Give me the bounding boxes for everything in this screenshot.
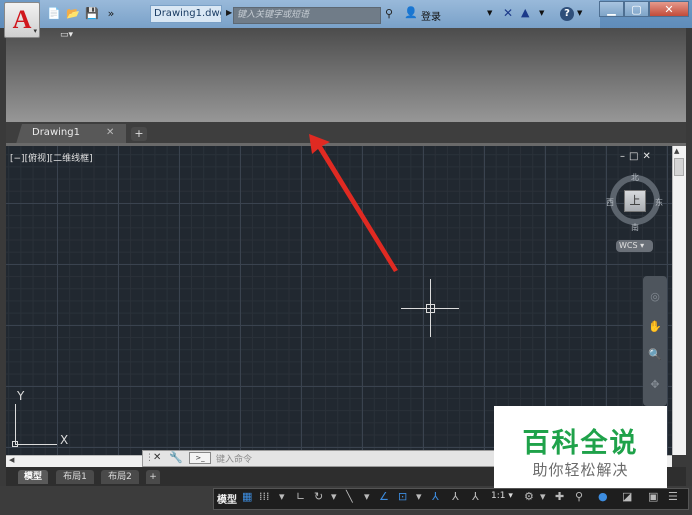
autocad-window: A ▾ 📄 📂 💾 » Drawing1.dwg ▶ 键入关键字或短语 ⚲ 👤 登… — [0, 0, 692, 515]
add-layout-button[interactable]: + — [146, 470, 160, 484]
ribbon-area — [0, 28, 692, 126]
annotation-monitor-icon[interactable]: ✚ — [555, 490, 564, 503]
compass-north[interactable]: 北 — [631, 172, 639, 183]
steering-wheel-icon[interactable]: ◎ — [647, 290, 663, 303]
tab-drawing1-label[interactable]: Drawing1 — [32, 127, 80, 138]
command-prompt-icon[interactable]: >_ — [189, 452, 211, 464]
units-icon[interactable]: ⚲ — [575, 490, 583, 503]
chevron-down-icon[interactable]: ▼ — [539, 9, 544, 17]
compass-east[interactable]: 东 — [655, 197, 663, 208]
help-icon[interactable]: ? — [560, 7, 574, 21]
zoom-icon[interactable]: 🔍 — [647, 348, 663, 361]
model-space-button[interactable]: 模型 — [217, 491, 237, 506]
chevron-down-icon[interactable]: ▼ — [487, 9, 492, 17]
tab-close-icon[interactable]: ✕ — [106, 127, 114, 138]
ucs-y-axis — [15, 404, 16, 444]
snap-icon[interactable]: ⁞⁞⁞ — [259, 490, 270, 503]
compass-west[interactable]: 西 — [606, 197, 614, 208]
ucs-origin-icon — [12, 441, 18, 447]
polar-tracking-icon[interactable]: ↻ — [314, 490, 323, 503]
a360-icon[interactable]: ▲ — [521, 6, 529, 19]
customization-menu-icon[interactable]: ☰ — [668, 490, 678, 503]
chevron-down-icon[interactable]: ▼ — [577, 9, 582, 17]
compass-south[interactable]: 南 — [631, 222, 639, 233]
isodraft-icon[interactable]: ╲ — [346, 490, 353, 503]
ortho-icon[interactable]: ∟ — [296, 490, 305, 503]
pan-hand-icon[interactable]: ✋ — [647, 320, 663, 333]
isolate-objects-icon[interactable]: ● — [598, 490, 608, 503]
chevron-down-icon[interactable]: ▾ — [279, 490, 285, 503]
new-file-icon[interactable]: 📄 — [46, 7, 62, 21]
annotation-visibility-icon[interactable]: ⅄ — [432, 490, 439, 503]
command-customize-icon[interactable]: 🔧 — [169, 451, 183, 464]
search-expand-icon[interactable]: ▶ — [226, 8, 232, 17]
scroll-left-icon[interactable]: ◀ — [9, 456, 14, 464]
watermark-title: 百科全说 — [522, 428, 639, 459]
ucs-y-label: Y — [17, 389, 25, 403]
tab-layout2[interactable]: 布局2 — [101, 470, 139, 484]
orbit-icon[interactable]: ✥ — [647, 378, 663, 391]
ribbon-toggle-icon[interactable]: ▭▾ — [60, 30, 73, 40]
ucs-x-label: X — [60, 433, 69, 447]
application-menu-button[interactable]: A ▾ — [4, 2, 40, 38]
auto-scale-icon[interactable]: ⅄ — [452, 490, 459, 503]
viewcube-top-face[interactable]: 上 — [624, 190, 646, 212]
document-title: Drawing1.dwg — [150, 5, 222, 23]
grid-icon[interactable]: ▦ — [242, 490, 252, 503]
annotation-scale-icon[interactable]: ⅄ — [472, 490, 479, 503]
save-icon[interactable]: 💾 — [84, 7, 100, 21]
object-snap-tracking-icon[interactable]: ∠ — [379, 490, 389, 503]
binoculars-search-icon[interactable]: ⚲ — [385, 7, 393, 20]
annotation-scale-dropdown[interactable]: 1:1 ▾ — [491, 491, 513, 501]
chevron-down-icon[interactable]: ▾ — [416, 490, 422, 503]
search-input[interactable]: 键入关键字或短语 — [233, 7, 381, 24]
user-icon[interactable]: 👤 — [404, 6, 418, 19]
chevron-down-icon[interactable]: ▾ — [331, 490, 337, 503]
wcs-dropdown[interactable]: WCS ▾ — [616, 240, 653, 252]
chevron-down-icon[interactable]: ▾ — [540, 490, 546, 503]
hardware-acceleration-icon[interactable]: ◪ — [622, 490, 632, 503]
scroll-up-icon[interactable]: ▲ — [674, 147, 679, 155]
watermark-subtitle: 助你轻松解决 — [532, 461, 629, 479]
exchange-apps-icon[interactable]: ✕ — [503, 6, 513, 20]
open-file-icon[interactable]: 📂 — [65, 7, 81, 21]
quick-access-more-icon[interactable]: » — [103, 7, 119, 21]
command-input[interactable]: 键入命令 — [216, 452, 252, 465]
minimize-button[interactable]: ▁ — [599, 1, 624, 17]
viewport-controls-label[interactable]: [−][俯视][二维线框] — [10, 151, 93, 164]
new-tab-button[interactable]: + — [131, 127, 147, 141]
chevron-down-icon[interactable]: ▾ — [364, 490, 370, 503]
workspace-gear-icon[interactable]: ⚙ — [524, 490, 534, 503]
autocad-logo-icon: A — [12, 5, 32, 34]
object-snap-icon[interactable]: ⊡ — [398, 490, 407, 503]
chevron-down-icon: ▾ — [33, 27, 37, 35]
vertical-scrollbar[interactable] — [672, 146, 686, 455]
tab-layout1[interactable]: 布局1 — [56, 470, 94, 484]
scroll-thumb[interactable] — [674, 158, 684, 176]
tab-model[interactable]: 模型 — [18, 470, 48, 484]
command-close-icon[interactable]: ✕ — [153, 452, 161, 463]
close-button[interactable]: ✕ — [649, 1, 689, 17]
sign-in-label[interactable]: 登录 — [421, 8, 441, 23]
red-annotation-arrow-icon — [309, 134, 398, 272]
maximize-button[interactable]: ▢ — [624, 1, 649, 17]
viewport-window-controls[interactable]: –□✕ — [620, 151, 655, 162]
clean-screen-icon[interactable]: ▣ — [648, 490, 658, 503]
crosshair-pickbox — [426, 304, 435, 313]
ucs-x-axis — [15, 444, 57, 445]
